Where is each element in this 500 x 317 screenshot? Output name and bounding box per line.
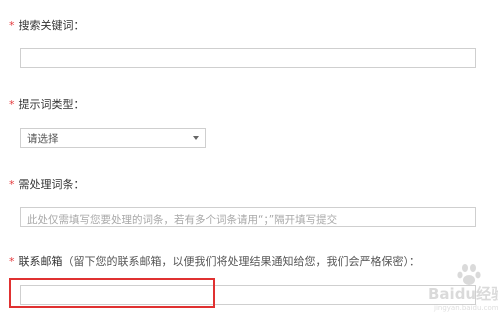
required-mark: * [9,255,15,268]
chevron-down-icon [193,136,199,140]
prompt-type-select[interactable]: 请选择 [20,128,206,148]
required-mark: * [9,178,15,191]
required-mark: * [9,98,15,111]
email-field[interactable] [20,285,476,307]
required-mark: * [9,19,15,32]
terms-input[interactable] [21,211,475,229]
prompt-type-label: 提示词类型： [18,98,85,111]
keyword-label: 搜索关键词： [18,19,85,32]
terms-label: 需处理词条： [18,178,85,191]
email-input[interactable] [21,289,475,307]
email-note: （留下您的联系邮箱，以便我们将处理结果通知给您，我们会严格保密）： [62,255,421,268]
email-label-row: * 联系邮箱 （留下您的联系邮箱，以便我们将处理结果通知给您，我们会严格保密）： [9,254,420,270]
feedback-form-page: * 搜索关键词： * 提示词类型： 请选择 * 需处理词条： * 联系邮箱 （留… [0,0,500,317]
terms-label-row: * 需处理词条： [9,177,85,193]
email-label: 联系邮箱 [18,255,63,268]
keyword-field[interactable] [20,48,476,70]
terms-field[interactable] [20,207,476,229]
prompt-type-label-row: * 提示词类型： [9,97,85,113]
keyword-label-row: * 搜索关键词： [9,18,85,34]
keyword-input[interactable] [21,52,475,70]
prompt-type-selected: 请选择 [27,132,59,145]
